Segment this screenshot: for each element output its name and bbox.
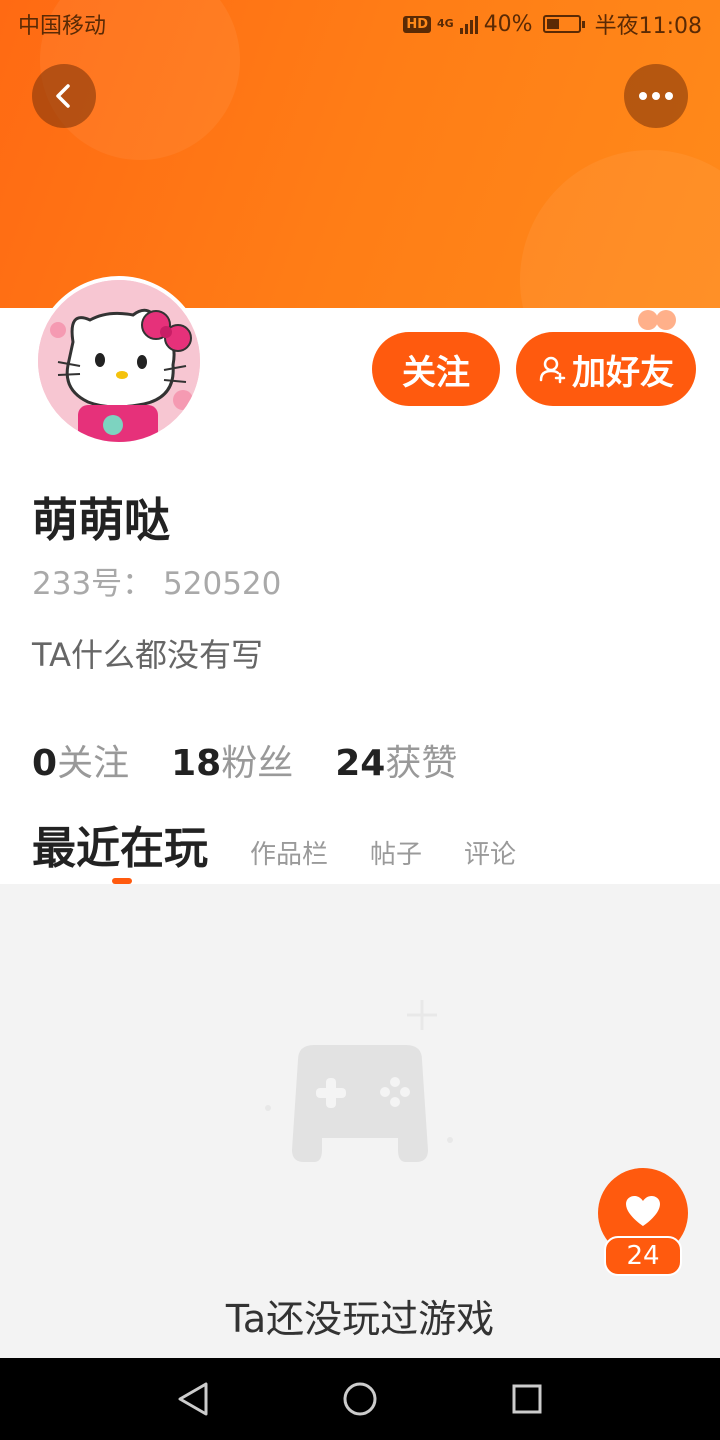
username: 萌萌哒: [32, 493, 170, 547]
status-icons: HD 4G 40% 半夜11:08: [403, 8, 702, 40]
bio: TA什么都没有写: [32, 636, 263, 674]
stat-following[interactable]: 0 关注: [32, 734, 129, 786]
status-bar: 中国移动 HD 4G 40% 半夜11:08: [0, 0, 720, 48]
add-friend-label: 加好友: [572, 352, 674, 393]
hd-badge: HD: [403, 15, 431, 33]
stat-number: 24: [335, 743, 386, 784]
empty-state-text: Ta还没玩过游戏: [225, 1297, 495, 1341]
network-type: 4G: [437, 17, 454, 30]
clock: 半夜11:08: [594, 14, 702, 39]
stat-label: 关注: [57, 743, 130, 784]
stat-label: 粉丝: [221, 743, 294, 784]
stat-followers[interactable]: 18 粉丝: [171, 734, 293, 786]
tab-recently-played[interactable]: 最近在玩: [32, 812, 208, 876]
user-id: 233号： 520520: [32, 566, 282, 602]
stat-number: 0: [32, 743, 58, 784]
hello-kitty-avatar-icon: [38, 280, 200, 442]
battery-icon: [542, 15, 585, 33]
heart-icon: [626, 1196, 660, 1226]
follow-button[interactable]: 关注: [372, 332, 500, 406]
circle-home-icon: [343, 1382, 377, 1416]
system-navigation-bar: [0, 1358, 720, 1440]
profile-stats: 0 关注 18 粉丝 24 获赞: [32, 734, 457, 786]
battery-fill: [546, 19, 559, 29]
tab-comments[interactable]: 评论: [464, 834, 516, 871]
more-options-button[interactable]: [624, 64, 688, 128]
triangle-back-icon: [178, 1382, 208, 1416]
stat-likes[interactable]: 24 获赞: [335, 734, 457, 786]
decorative-circle: [520, 150, 720, 308]
heart-decoration-icon: [638, 310, 676, 330]
chevron-left-icon: [56, 84, 70, 108]
add-user-icon: [539, 356, 566, 384]
nav-home-button[interactable]: [330, 1369, 390, 1429]
battery-percent: 40%: [483, 11, 533, 37]
carrier-label: 中国移动: [18, 14, 107, 39]
tab-works[interactable]: 作品栏: [250, 834, 328, 871]
avatar[interactable]: [34, 276, 204, 446]
like-count-badge: 24: [604, 1236, 682, 1276]
profile-tabs: 最近在玩 作品栏 帖子 评论: [32, 812, 558, 876]
signal-icon: [459, 14, 478, 34]
nav-back-button[interactable]: [163, 1369, 223, 1429]
tab-posts[interactable]: 帖子: [370, 834, 422, 871]
stat-number: 18: [171, 743, 222, 784]
add-friend-button[interactable]: 加好友: [516, 332, 696, 406]
stat-label: 获赞: [385, 743, 458, 784]
back-button[interactable]: [32, 64, 96, 128]
nav-recent-apps-button[interactable]: [497, 1369, 557, 1429]
square-recent-icon: [512, 1384, 542, 1414]
gamepad-icon: [265, 1000, 453, 1162]
more-dots-icon: [639, 92, 673, 100]
